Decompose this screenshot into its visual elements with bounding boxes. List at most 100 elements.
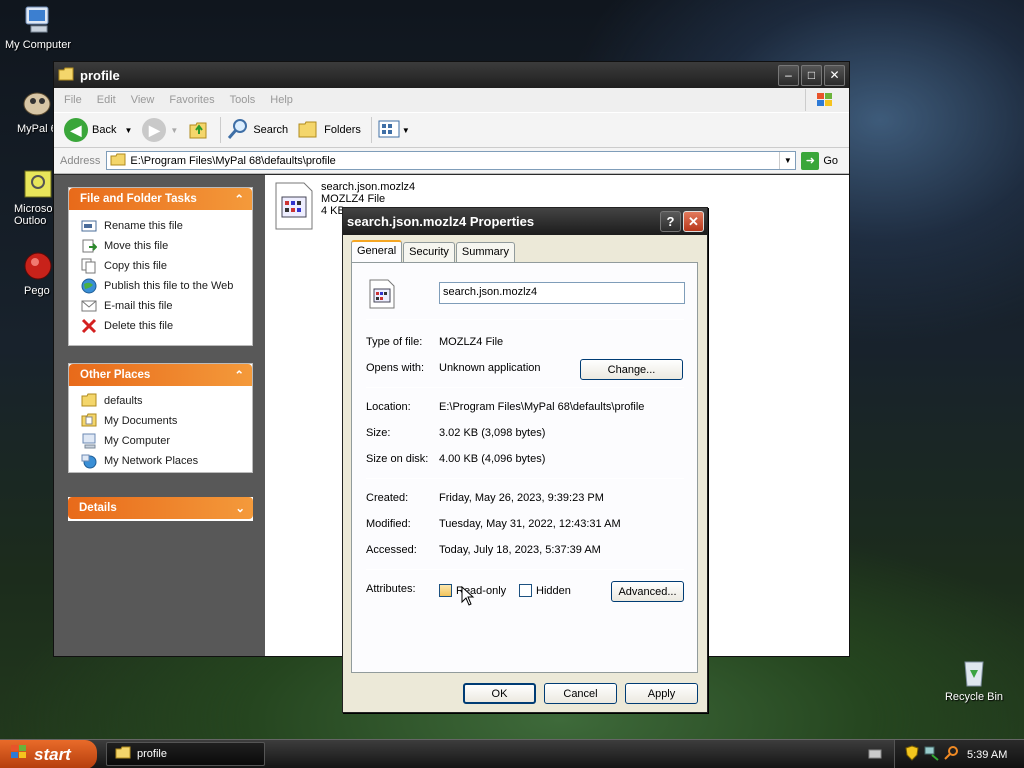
opens-value: Unknown application xyxy=(439,362,541,374)
type-label: Type of file: xyxy=(366,336,423,348)
desktop-icon-my-computer[interactable]: My Computer xyxy=(0,4,78,51)
place-my-computer[interactable]: My Computer xyxy=(69,431,252,451)
address-bar: Address E:\Program Files\MyPal 68\defaul… xyxy=(54,148,849,174)
tab-strip: General Security Summary xyxy=(351,240,516,262)
size-value: 3.02 KB (3,098 bytes) xyxy=(439,427,546,439)
menu-edit[interactable]: Edit xyxy=(97,94,116,106)
start-button[interactable]: start xyxy=(0,740,97,768)
file-type: MOZLZ4 File xyxy=(321,193,386,205)
location-value: E:\Program Files\MyPal 68\defaults\profi… xyxy=(439,401,645,413)
computer-icon xyxy=(22,4,54,36)
place-defaults[interactable]: defaults xyxy=(69,391,252,411)
size-row: Size: 3.02 KB (3,098 bytes) xyxy=(366,427,545,439)
go-button[interactable]: ➜ Go xyxy=(801,151,839,170)
apply-button[interactable]: Apply xyxy=(625,683,698,704)
change-button[interactable]: Change... xyxy=(580,359,683,380)
task-pane: File and Folder Tasks ⌃ Rename this file… xyxy=(54,175,265,656)
go-label: Go xyxy=(823,154,839,167)
views-button[interactable]: ▼ xyxy=(378,120,410,141)
expand-icon[interactable]: ⌄ xyxy=(235,501,245,515)
search-icon xyxy=(227,118,249,143)
menu-help[interactable]: Help xyxy=(270,94,293,106)
minimize-button[interactable]: – xyxy=(778,64,799,86)
folders-label: Folders xyxy=(324,124,361,136)
file-folder-tasks-panel: File and Folder Tasks ⌃ Rename this file… xyxy=(68,187,253,346)
cancel-button[interactable]: Cancel xyxy=(544,683,617,704)
desktop-icon-pego[interactable]: Pego xyxy=(0,250,58,297)
toolbar: ◀ Back ▼ ▶ ▼ Search Folders ▼ xyxy=(54,112,849,148)
dialog-title: search.json.mozlz4 Properties xyxy=(347,214,535,229)
clock[interactable]: 5:39 AM xyxy=(967,749,1007,761)
task-label: Rename this file xyxy=(104,220,183,232)
explorer-titlebar[interactable]: profile – □ ✕ xyxy=(54,62,849,88)
task-delete[interactable]: Delete this file xyxy=(69,316,252,336)
place-label: My Documents xyxy=(104,415,178,427)
maximize-button[interactable]: □ xyxy=(801,64,822,86)
task-label: Copy this file xyxy=(104,260,167,272)
collapse-icon[interactable]: ⌃ xyxy=(234,192,244,206)
forward-button[interactable]: ▶ ▼ xyxy=(142,118,178,142)
task-label: Move this file xyxy=(104,240,169,252)
views-icon xyxy=(378,120,400,141)
advanced-button[interactable]: Advanced... xyxy=(611,581,684,602)
pego-icon xyxy=(22,250,54,282)
windows-logo-icon xyxy=(805,89,843,111)
panel-header[interactable]: File and Folder Tasks ⌃ xyxy=(69,188,252,210)
folders-button[interactable]: Folders xyxy=(298,119,361,142)
search-button[interactable]: Search xyxy=(227,118,288,143)
accessed-label: Accessed: xyxy=(366,544,417,556)
opens-label: Opens with: xyxy=(366,362,425,374)
desktop-icon-recycle-bin[interactable]: Recycle Bin xyxy=(934,656,1014,703)
keyboard-icon[interactable] xyxy=(868,748,882,763)
desktop-icon-mypal[interactable]: MyPal 6 xyxy=(0,88,58,135)
desktop-icon-label: MyPal 6 xyxy=(17,123,57,135)
created-value: Friday, May 26, 2023, 9:39:23 PM xyxy=(439,492,604,504)
ok-button[interactable]: OK xyxy=(463,683,536,704)
menu-favorites[interactable]: Favorites xyxy=(169,94,214,106)
taskbar-item-profile[interactable]: profile xyxy=(106,742,265,766)
address-dropdown-button[interactable]: ▼ xyxy=(779,152,795,169)
search-label: Search xyxy=(253,124,289,136)
mouse-cursor-icon xyxy=(461,585,475,609)
up-folder-button[interactable] xyxy=(188,118,210,143)
dialog-close-button[interactable]: ✕ xyxy=(683,211,704,232)
panel-header[interactable]: Other Places ⌃ xyxy=(69,364,252,386)
system-tray: 5:39 AM xyxy=(894,740,1024,768)
desktop-icon-outlook[interactable]: Microso Outloo xyxy=(0,168,58,227)
location-label: Location: xyxy=(366,401,411,413)
task-label: Delete this file xyxy=(104,320,174,332)
place-my-network[interactable]: My Network Places xyxy=(69,451,252,471)
opens-row: Opens with: Unknown application xyxy=(366,362,541,374)
dialog-titlebar[interactable]: search.json.mozlz4 Properties ? ✕ xyxy=(343,208,707,235)
task-publish[interactable]: Publish this file to the Web xyxy=(69,276,252,296)
help-button[interactable]: ? xyxy=(660,211,681,232)
task-rename[interactable]: Rename this file xyxy=(69,216,252,236)
taskbar: start profile 5:39 AM xyxy=(0,739,1024,768)
folders-icon xyxy=(298,119,320,142)
hidden-checkbox[interactable]: Hidden xyxy=(519,584,571,597)
task-email[interactable]: E-mail this file xyxy=(69,296,252,316)
panel-header[interactable]: Details ⌄ xyxy=(68,497,253,519)
task-copy[interactable]: Copy this file xyxy=(69,256,252,276)
menu-tools[interactable]: Tools xyxy=(230,94,256,106)
tab-security[interactable]: Security xyxy=(403,242,455,262)
modified-value: Tuesday, May 31, 2022, 12:43:31 AM xyxy=(439,518,621,530)
tab-summary[interactable]: Summary xyxy=(455,242,515,262)
network-tray-icon[interactable] xyxy=(923,745,939,764)
menu-file[interactable]: File xyxy=(64,94,82,106)
separator xyxy=(366,569,684,570)
address-input[interactable]: E:\Program Files\MyPal 68\defaults\profi… xyxy=(106,151,797,170)
separator xyxy=(366,478,684,479)
menu-view[interactable]: View xyxy=(131,94,155,106)
tab-general[interactable]: General xyxy=(351,240,403,262)
forward-arrow-icon: ▶ xyxy=(142,118,167,142)
back-button[interactable]: ◀ Back ▼ xyxy=(64,118,132,142)
place-my-documents[interactable]: My Documents xyxy=(69,411,252,431)
task-move[interactable]: Move this file xyxy=(69,236,252,256)
rename-icon xyxy=(81,218,97,234)
collapse-icon[interactable]: ⌃ xyxy=(234,368,244,382)
search-tray-icon[interactable] xyxy=(943,745,959,764)
filename-input[interactable]: search.json.mozlz4 xyxy=(439,282,685,304)
close-button[interactable]: ✕ xyxy=(824,64,845,86)
shield-icon[interactable] xyxy=(905,745,919,764)
